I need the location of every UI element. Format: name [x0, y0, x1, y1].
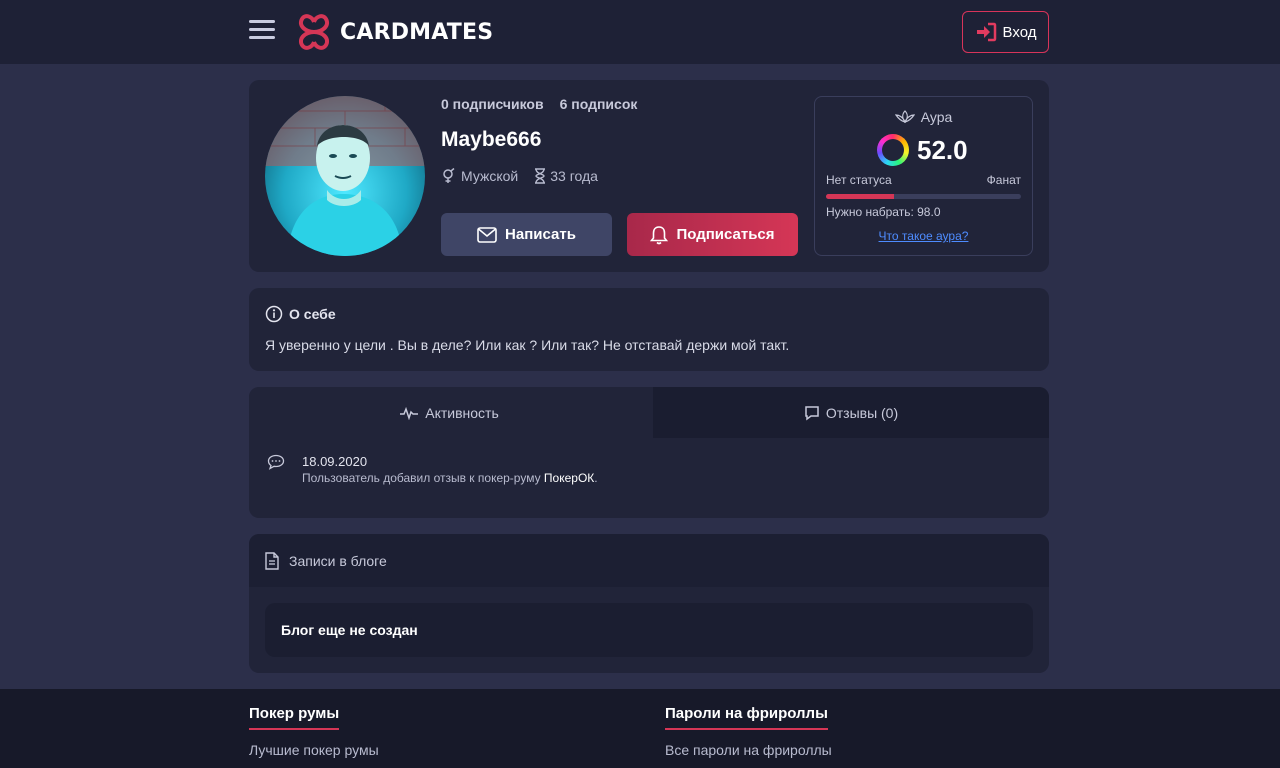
aura-info-link[interactable]: Что такое аура? [815, 229, 1032, 243]
aura-status-next: Фанат [986, 173, 1021, 187]
activity-date: 18.09.2020 [302, 454, 368, 469]
username: Maybe666 [441, 128, 542, 151]
footer-heading: Пароли на фрироллы [665, 705, 828, 730]
about-title: О себе [265, 305, 336, 323]
footer-heading: Покер румы [249, 705, 340, 730]
gender-male-icon [443, 168, 455, 183]
menu-icon[interactable] [249, 20, 275, 42]
bell-icon [650, 225, 669, 244]
blog-card: Записи в блоге Блог еще не создан [249, 534, 1049, 673]
lotus-icon [894, 110, 915, 124]
activity-card: Активность Отзывы (0) 18.09.2020 Пользов… [249, 387, 1049, 518]
footer-link[interactable]: Все пароли на фрироллы [665, 742, 832, 758]
follow-stats: 0 подписчиков 6 подписок [441, 96, 637, 112]
pulse-icon [400, 406, 419, 420]
write-message-button[interactable]: Написать [441, 213, 612, 256]
aura-status-current: Нет статуса [826, 173, 892, 187]
about-card: О себе Я уверенно у цели . Вы в деле? Ил… [249, 288, 1049, 371]
logo[interactable]: CARDMATES [292, 10, 493, 54]
blog-empty-message: Блог еще не создан [265, 603, 1033, 657]
subscribe-label: Подписаться [676, 226, 775, 243]
aura-ring-icon [877, 134, 909, 166]
aura-panel: Аура 52.0 Нет статуса Фанат Нужно набрат… [814, 96, 1033, 256]
subscribe-button[interactable]: Подписаться [627, 213, 798, 256]
aura-value: 52.0 [877, 134, 968, 166]
poker-room-link[interactable]: ПокерОК [544, 471, 594, 485]
profile-meta: Мужской 33 года [441, 168, 598, 184]
activity-description: Пользователь добавил отзыв к покер-руму … [302, 471, 598, 485]
footer-link[interactable]: Лучшие покер румы [249, 742, 379, 758]
following-count[interactable]: 6 подписок [560, 96, 638, 112]
logo-text: CARDMATES [340, 19, 494, 45]
site-footer: Покер румы Лучшие покер румы Пароли на ф… [0, 689, 1280, 768]
tab-reviews[interactable]: Отзывы (0) [653, 387, 1049, 438]
aura-need: Нужно набрать: 98.0 [826, 205, 941, 219]
comment-icon [805, 405, 819, 420]
site-header: CARDMATES Вход [0, 0, 1280, 64]
document-icon [265, 551, 279, 570]
hourglass-icon [535, 168, 546, 184]
login-label: Вход [1002, 23, 1037, 41]
envelope-icon [477, 226, 497, 243]
avatar [265, 96, 425, 256]
logo-icon [299, 14, 329, 50]
info-icon [265, 305, 283, 323]
login-icon [976, 22, 996, 42]
footer-column-freerolls: Пароли на фрироллы Все пароли на фриролл… [665, 705, 832, 758]
blog-header: Записи в блоге [249, 534, 1049, 587]
followers-count[interactable]: 0 подписчиков [441, 96, 544, 112]
profile-card: 0 подписчиков 6 подписок Maybe666 Мужско… [249, 80, 1049, 272]
footer-column-poker-rooms: Покер румы Лучшие покер румы [249, 705, 379, 758]
aura-status-row: Нет статуса Фанат [826, 173, 1021, 187]
login-button[interactable]: Вход [962, 11, 1049, 53]
about-text: Я уверенно у цели . Вы в деле? Или как ?… [265, 337, 790, 353]
age-text: 33 года [550, 168, 598, 184]
gender-text: Мужской [461, 168, 519, 184]
blog-title: Записи в блоге [289, 552, 387, 569]
aura-progress-fill [826, 194, 895, 199]
aura-progress-bar [826, 194, 1021, 199]
chat-review-icon [267, 454, 285, 470]
write-message-label: Написать [505, 226, 576, 243]
tab-activity[interactable]: Активность [249, 387, 649, 438]
aura-title: Аура [815, 109, 1032, 125]
